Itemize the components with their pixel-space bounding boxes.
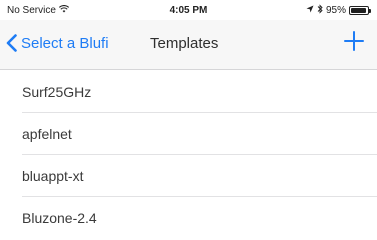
location-arrow-icon [306,5,314,16]
status-bar: No Service 4:05 PM 95% [0,0,377,20]
back-button-label: Select a Blufi [21,34,109,52]
list-item-label: bluappt-xt [22,168,84,184]
templates-list: Surf25GHz apfelnet bluappt-xt Bluzone-2.… [0,71,377,239]
page-title: Templates [150,35,219,52]
list-item[interactable]: bluappt-xt [0,155,377,197]
list-item[interactable]: apfelnet [0,113,377,155]
battery-percent: 95% [325,5,346,16]
list-item-label: apfelnet [22,126,72,142]
status-right: 95% [306,4,371,17]
list-item-label: Surf25GHz [22,84,92,100]
plus-icon [344,31,364,51]
chevron-left-icon [6,34,17,52]
battery-level-fill [351,8,367,13]
list-item[interactable]: Bluzone-2.4 [0,197,377,239]
battery-icon [349,6,371,15]
back-button[interactable]: Select a Blufi [6,34,109,52]
list-item[interactable]: Surf25GHz [0,71,377,113]
list-item-label: Bluzone-2.4 [22,210,97,226]
bluetooth-icon [317,4,323,17]
navigation-bar: Select a Blufi Templates [0,20,377,70]
battery-tip [369,9,371,13]
add-template-button[interactable] [341,28,367,54]
